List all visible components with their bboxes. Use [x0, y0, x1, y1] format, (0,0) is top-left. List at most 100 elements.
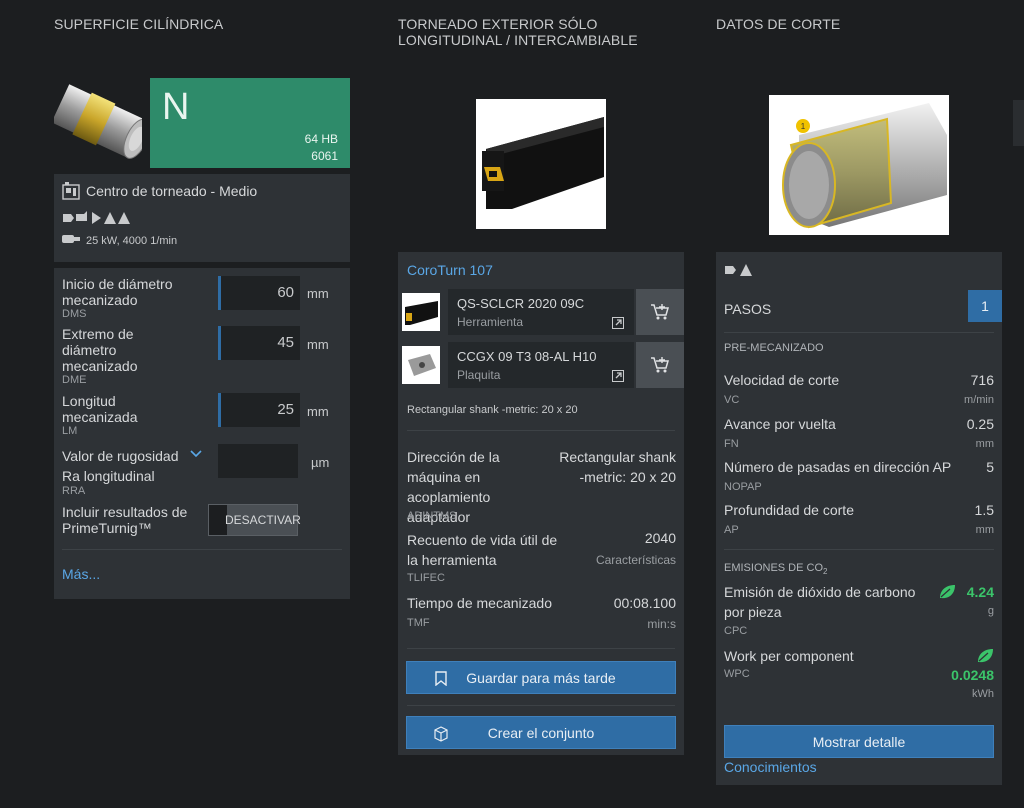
cpc-code: CPC	[724, 625, 748, 637]
ap-value: 1.5	[974, 502, 994, 518]
dme-input[interactable]: 45	[218, 326, 300, 360]
primeturn-toggle[interactable]: DESACTIVAR	[208, 504, 301, 536]
fn-value: 0.25	[966, 416, 994, 432]
holder-type: Herramienta	[457, 315, 524, 329]
insert-thumbnail	[402, 346, 440, 384]
steps-label: PASOS	[724, 301, 772, 317]
adintms-code: ADINTMS	[407, 510, 457, 522]
adintms-value: Rectangular shank -metric: 20 x 20	[559, 449, 676, 485]
wpc-label: Work per component	[724, 648, 854, 664]
emissions-label-text: EMISIONES DE CO	[724, 562, 824, 574]
machine-power: 25 kW, 4000 1/min	[86, 235, 178, 247]
dms-code: DMS	[62, 308, 87, 320]
wpc-value: 0.0248	[951, 667, 994, 683]
roughness-code: RRA	[62, 485, 86, 497]
leaf-icon	[976, 648, 994, 664]
divider	[724, 332, 994, 333]
external-link-icon[interactable]	[612, 370, 624, 382]
material-card[interactable]: N 64 HB 6061	[150, 78, 350, 168]
section-title-operation-line2: LONGITUDINAL / INTERCAMBIABLE	[398, 32, 638, 48]
tlifec-label: Recuento de vida útil de la herramienta	[407, 532, 558, 568]
machine-icon	[62, 182, 80, 200]
cpc-unit: g	[987, 605, 994, 617]
roughness-dropdown[interactable]: Valor de rugosidad Ra longitudinal	[62, 446, 186, 486]
lm-input[interactable]: 25	[218, 393, 300, 427]
tmf-label: Tiempo de mecanizado	[407, 595, 553, 611]
dms-input[interactable]: 60	[218, 276, 300, 310]
section-title-operation-line1: TORNEADO EXTERIOR SÓLO	[398, 16, 598, 32]
divider	[407, 430, 675, 431]
divider	[407, 705, 675, 706]
premach-label: PRE-MECANIZADO	[724, 342, 824, 354]
section-title-cutting-data: DATOS DE CORTE	[716, 16, 841, 32]
ap-code: AP	[724, 524, 739, 536]
emissions-label: EMISIONES DE CO2	[724, 562, 827, 576]
svg-text:1: 1	[801, 122, 806, 131]
tool-panel: CoroTurn 107 QS-SCLCR 2020 09C Herramien…	[398, 252, 684, 755]
tmf-value: 00:08.100	[613, 595, 676, 611]
cpc-value: 4.24	[966, 584, 994, 600]
cutting-image: 1	[769, 95, 949, 235]
cube-icon	[433, 726, 449, 742]
cylindrical-surface-image[interactable]	[54, 78, 142, 166]
insert-type: Plaquita	[457, 368, 501, 382]
dms-unit: mm	[307, 286, 329, 301]
emissions-label-sub: 2	[823, 567, 828, 577]
shank-note: Rectangular shank -metric: 20 x 20	[407, 404, 578, 416]
material-grade: 6061	[311, 149, 338, 163]
divider	[407, 648, 675, 649]
save-for-later-button[interactable]: Guardar para más tarde	[406, 661, 676, 694]
vc-unit: m/min	[964, 394, 994, 406]
fn-unit: mm	[975, 438, 994, 450]
dms-label: Inicio de diámetro mecanizado	[62, 276, 173, 308]
wpc-unit: kWh	[972, 688, 994, 700]
section-title-operation: TORNEADO EXTERIOR SÓLO LONGITUDINAL / IN…	[398, 16, 638, 48]
fn-label: Avance por vuelta	[724, 416, 836, 432]
lm-code: LM	[62, 425, 78, 437]
tmf-code: TMF	[407, 617, 430, 629]
knowledge-link[interactable]: Conocimientos	[724, 759, 817, 775]
tool-item-holder[interactable]: QS-SCLCR 2020 09C Herramienta	[398, 289, 684, 335]
more-link[interactable]: Más...	[62, 566, 100, 582]
material-letter: N	[162, 86, 190, 128]
holder-name: QS-SCLCR 2020 09C	[457, 296, 585, 311]
tool-family-link[interactable]: CoroTurn 107	[407, 262, 493, 278]
dme-unit: mm	[307, 337, 329, 352]
spindle-icon	[62, 233, 80, 245]
machine-panel[interactable]: Centro de torneado - Medio 25 kW, 4000 1…	[54, 174, 350, 262]
tool-image	[476, 99, 606, 229]
tlifec-value: 2040	[644, 530, 676, 546]
nopap-code: NOPAP	[724, 481, 762, 493]
lm-unit: mm	[307, 404, 329, 419]
tmf-unit: min:s	[647, 617, 676, 631]
section-title-surface: SUPERFICIE CILÍNDRICA	[54, 16, 224, 32]
wpc-code: WPC	[724, 668, 750, 680]
roughness-input[interactable]	[218, 444, 298, 478]
tool-item-insert[interactable]: CCGX 09 T3 08-AL H10 Plaquita	[398, 342, 684, 388]
insert-name: CCGX 09 T3 08-AL H10	[457, 349, 597, 364]
vc-value: 716	[970, 372, 994, 388]
divider	[62, 549, 342, 550]
vc-label: Velocidad de corte	[724, 372, 840, 388]
cutting-data-panel: PASOS 1 PRE-MECANIZADO Velocidad de cort…	[716, 252, 1002, 785]
roughness-unit: µm	[311, 455, 330, 470]
bookmark-icon	[435, 671, 447, 686]
divider	[724, 549, 994, 550]
nopap-value: 5	[986, 459, 994, 475]
ap-unit: mm	[975, 524, 994, 536]
external-link-icon[interactable]	[612, 317, 624, 329]
chevron-down-icon[interactable]	[190, 450, 202, 458]
show-detail-button[interactable]: Mostrar detalle	[724, 725, 994, 758]
ap-label: Profundidad de corte	[724, 502, 854, 518]
lm-label: Longitud mecanizada	[62, 393, 138, 425]
next-arrow[interactable]	[1013, 100, 1024, 146]
create-assembly-label: Crear el conjunto	[487, 724, 595, 741]
fn-code: FN	[724, 438, 739, 450]
add-to-cart-button[interactable]	[636, 342, 684, 388]
steps-value[interactable]: 1	[968, 290, 1002, 322]
material-hardness: 64 HB	[304, 132, 338, 146]
create-assembly-button[interactable]: Crear el conjunto	[406, 716, 676, 749]
add-to-cart-button[interactable]	[636, 289, 684, 335]
tlifec-code: TLIFEC	[407, 572, 445, 584]
dme-code: DME	[62, 374, 87, 386]
